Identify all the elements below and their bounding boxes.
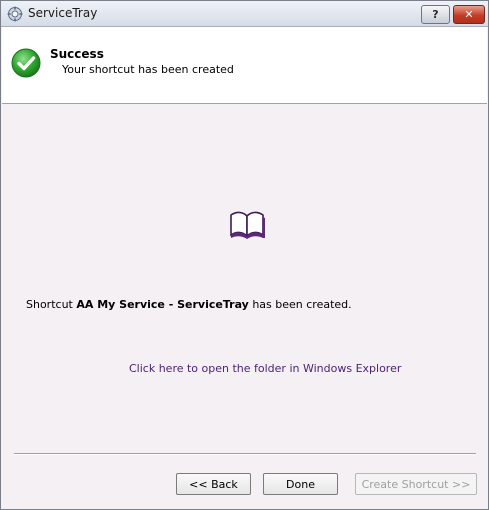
- create-shortcut-button[interactable]: Create Shortcut >>: [355, 473, 477, 495]
- wizard-content: Shortcut AA My Service - ServiceTray has…: [2, 104, 487, 508]
- shortcut-created-message: Shortcut AA My Service - ServiceTray has…: [26, 298, 352, 311]
- checkmark-circle-icon: [11, 48, 41, 78]
- back-button[interactable]: << Back: [176, 473, 251, 495]
- servicetray-gear-icon: [7, 6, 23, 22]
- message-prefix: Shortcut: [26, 298, 77, 311]
- shortcut-name: AA My Service - ServiceTray: [76, 298, 249, 311]
- servicetray-window: ServiceTray ? ✕ Success Your shortcut ha…: [0, 0, 489, 510]
- help-button[interactable]: ?: [421, 5, 450, 24]
- wizard-header: Success Your shortcut has been created: [2, 27, 487, 104]
- done-button[interactable]: Done: [263, 473, 338, 495]
- header-title: Success: [50, 47, 104, 61]
- separator: [14, 453, 476, 455]
- title-bar[interactable]: ServiceTray ? ✕: [1, 1, 488, 27]
- close-button[interactable]: ✕: [453, 5, 485, 24]
- window-title: ServiceTray: [28, 6, 98, 20]
- open-folder-link[interactable]: Click here to open the folder in Windows…: [129, 362, 401, 375]
- book-icon: [230, 211, 265, 239]
- message-suffix: has been created.: [248, 298, 352, 311]
- header-subtitle: Your shortcut has been created: [62, 63, 234, 76]
